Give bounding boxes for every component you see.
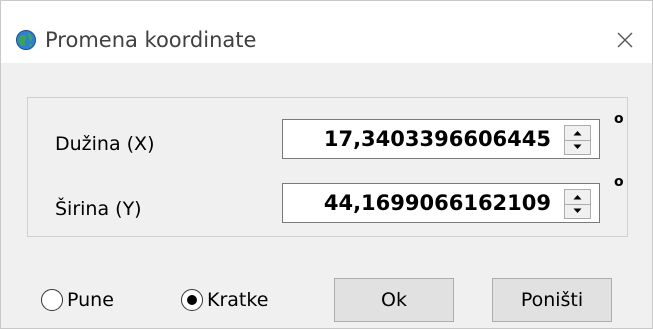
latitude-label: Širina (Y) [55, 198, 142, 220]
coordinate-dialog: Promena koordinate Dužina (X) o Širina (… [0, 0, 653, 329]
arrow-down-icon [573, 208, 582, 214]
latitude-input[interactable] [285, 186, 557, 220]
longitude-spinbox [282, 119, 600, 159]
latitude-decrement-button[interactable] [564, 204, 591, 219]
window-title: Promena koordinate [45, 28, 257, 52]
cancel-button[interactable]: Poništi [492, 278, 612, 322]
latitude-spinbox [282, 183, 600, 223]
close-icon[interactable] [608, 23, 642, 57]
latitude-increment-button[interactable] [564, 189, 591, 205]
ok-button[interactable]: Ok [334, 278, 454, 322]
latitude-degree-symbol: o [614, 174, 624, 190]
arrow-down-icon [573, 144, 582, 150]
radio-checked-icon [181, 289, 203, 311]
longitude-degree-symbol: o [614, 111, 624, 127]
longitude-label: Dužina (X) [55, 133, 155, 155]
format-option-short[interactable]: Kratke [181, 289, 268, 311]
globe-icon [15, 29, 37, 51]
arrow-up-icon [573, 130, 582, 136]
latitude-spin-buttons [564, 189, 591, 219]
format-option-short-label: Kratke [207, 289, 269, 311]
longitude-spin-buttons [564, 125, 591, 155]
format-option-full[interactable]: Pune [41, 289, 114, 311]
format-option-full-label: Pune [67, 289, 114, 311]
longitude-input[interactable] [285, 122, 557, 156]
longitude-decrement-button[interactable] [564, 140, 591, 155]
arrow-up-icon [573, 194, 582, 200]
radio-unchecked-icon [41, 289, 63, 311]
title-bar: Promena koordinate [1, 1, 652, 63]
longitude-increment-button[interactable] [564, 125, 591, 141]
